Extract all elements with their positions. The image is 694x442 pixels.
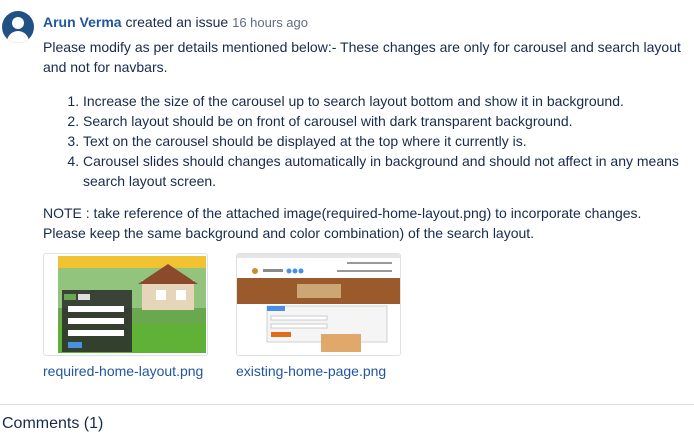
comments-heading[interactable]: Comments (1) [2, 415, 103, 433]
timestamp[interactable]: 16 hours ago [232, 15, 308, 30]
avatar-body [7, 31, 29, 43]
list-item: Carousel slides should changes automatic… [83, 151, 683, 191]
requirements-list: Increase the size of the carousel up to … [43, 91, 683, 191]
list-item: Increase the size of the carousel up to … [83, 91, 683, 111]
attachment-link-existing[interactable]: existing-home-page.png [236, 363, 386, 379]
issue-action: created an issue [125, 14, 229, 30]
existing-page-preview [237, 254, 400, 355]
divider [0, 404, 694, 405]
avatar-head [12, 17, 24, 29]
list-item: Search layout should be on front of caro… [83, 111, 683, 131]
avatar[interactable] [2, 11, 34, 43]
description-intro: Please modify as per details mentioned b… [43, 39, 681, 75]
attachment-link-required[interactable]: required-home-layout.png [43, 363, 203, 379]
required-layout-preview [58, 256, 206, 353]
attachment-thumbnail-required[interactable] [43, 253, 208, 356]
author-link[interactable]: Arun Verma [43, 14, 122, 30]
list-item: Text on the carousel should be displayed… [83, 131, 683, 151]
description-note: NOTE : take reference of the attached im… [43, 205, 642, 241]
issue-header: Arun Verma created an issue 16 hours ago [43, 12, 308, 33]
attachment-thumbnail-existing[interactable] [236, 253, 401, 356]
issue-description: Please modify as per details mentioned b… [43, 37, 683, 243]
